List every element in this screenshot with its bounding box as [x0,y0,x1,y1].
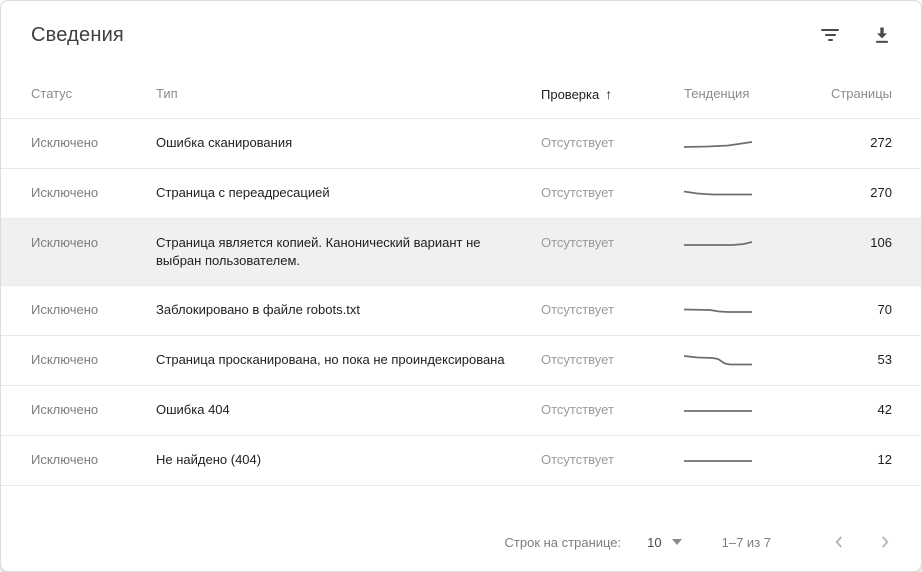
rows-per-page-value[interactable]: 10 [647,535,661,550]
row-pages: 270 [870,185,892,200]
table-row[interactable]: Исключено Заблокировано в файле robots.t… [1,286,921,336]
row-status: Исключено [31,302,99,317]
page-range-label: 1–7 из 7 [721,534,771,550]
dropdown-arrow-icon[interactable] [671,539,682,545]
trend-sparkline-icon [684,460,752,462]
row-status: Исключено [31,402,99,417]
column-header-trend[interactable]: Тенденция [684,86,794,101]
row-status: Исключено [31,352,99,367]
row-trend [684,351,794,370]
row-type: Страница с переадресацией [156,185,330,200]
download-button[interactable] [869,22,895,48]
row-status: Исключено [31,452,99,467]
chevron-left-icon [835,536,842,548]
details-card: Сведения Статус Тип Проверка ↑ Тенденция … [0,0,922,572]
next-page-button[interactable] [871,528,899,556]
table-body: Исключено Ошибка сканирования Отсутствуе… [1,119,921,486]
download-icon [876,27,888,43]
pagination-bar: Строк на странице: 10 1–7 из 7 [1,513,921,571]
row-pages: 106 [870,235,892,250]
table-row[interactable]: Исключено Страница просканирована, но по… [1,336,921,386]
row-verification: Отсутствует [541,402,614,417]
titlebar: Сведения [1,1,921,69]
column-header-type[interactable]: Тип [156,86,541,101]
trend-sparkline-icon [684,308,752,313]
column-header-pages[interactable]: Страницы [794,86,892,101]
trend-sparkline-icon [684,355,752,366]
table-row[interactable]: Исключено Ошибка сканирования Отсутствуе… [1,119,921,169]
row-verification: Отсутствует [541,235,614,250]
row-verification: Отсутствует [541,302,614,317]
row-verification: Отсутствует [541,352,614,367]
table-row[interactable]: Исключено Страница с переадресацией Отсу… [1,169,921,219]
page-title: Сведения [31,23,124,46]
rows-per-page-label: Строк на странице: [504,534,622,550]
table-row[interactable]: Исключено Не найдено (404) Отсутствует 1… [1,436,921,486]
row-status: Исключено [31,135,99,150]
row-pages: 42 [877,402,892,417]
row-type: Страница является копией. Канонический в… [156,235,481,268]
row-verification: Отсутствует [541,452,614,467]
row-pages: 53 [877,352,892,367]
row-status: Исключено [31,235,99,250]
row-pages: 70 [877,302,892,317]
row-trend [684,301,794,320]
row-trend [684,134,794,153]
row-type: Страница просканирована, но пока не прои… [156,352,505,367]
row-pages: 12 [877,452,892,467]
filter-icon [821,29,839,41]
table-row[interactable]: Исключено Страница является копией. Кано… [1,219,921,286]
column-header-verification[interactable]: Проверка ↑ [541,86,684,102]
row-trend [684,401,794,420]
row-type: Не найдено (404) [156,452,262,467]
row-type: Заблокировано в файле robots.txt [156,302,360,317]
trend-sparkline-icon [684,241,752,246]
table-row[interactable]: Исключено Ошибка 404 Отсутствует 42 [1,386,921,436]
row-type: Ошибка 404 [156,402,230,417]
row-trend [684,451,794,470]
filter-button[interactable] [817,22,843,48]
row-pages: 272 [870,135,892,150]
chevron-right-icon [882,536,889,548]
trend-sparkline-icon [684,190,752,196]
trend-sparkline-icon [684,410,752,412]
sort-ascending-icon: ↑ [605,85,613,102]
column-header-status[interactable]: Статус [31,86,156,101]
row-verification: Отсутствует [541,135,614,150]
row-status: Исключено [31,185,99,200]
table-header-row: Статус Тип Проверка ↑ Тенденция Страницы [1,69,921,119]
trend-sparkline-icon [684,141,752,148]
row-trend [684,234,794,253]
row-trend [684,184,794,203]
row-verification: Отсутствует [541,185,614,200]
previous-page-button[interactable] [825,528,853,556]
row-type: Ошибка сканирования [156,135,293,150]
